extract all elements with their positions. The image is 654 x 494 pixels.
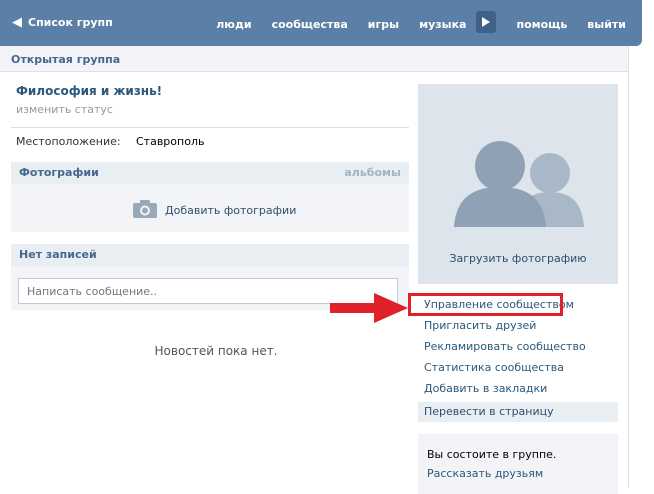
advertise-community-link[interactable]: Рекламировать сообщество	[424, 336, 586, 357]
page-subheader: Открытая группа	[0, 46, 628, 72]
back-to-groups-link[interactable]: ◀ Список групп	[12, 16, 113, 29]
top-navigation-bar: ◀ Список групп люди сообщества игры музы…	[0, 0, 642, 46]
upload-photo-link[interactable]: Загрузить фотографию	[418, 252, 618, 265]
highlight-box	[408, 293, 563, 316]
nav-logout[interactable]: выйти	[587, 18, 626, 31]
back-arrow-icon: ◀	[12, 15, 22, 30]
photos-block: Добавить фотографии	[11, 184, 409, 232]
nav-communities[interactable]: сообщества	[272, 18, 348, 31]
location-value[interactable]: Ставрополь	[136, 135, 204, 148]
divider	[11, 127, 409, 128]
invite-friends-link[interactable]: Пригласить друзей	[424, 315, 586, 336]
group-placeholder-icon	[454, 141, 584, 227]
group-name: Философия и жизнь!	[16, 84, 163, 98]
posts-title: Нет записей	[19, 248, 97, 261]
nav-help[interactable]: помощь	[516, 18, 567, 31]
camera-icon	[133, 200, 157, 221]
add-photos-button[interactable]: Добавить фотографии	[133, 200, 296, 221]
back-label: Список групп	[28, 16, 113, 29]
main-nav: люди сообщества игры музыка помощь выйти	[196, 11, 642, 33]
community-stats-link[interactable]: Статистика сообщества	[424, 357, 586, 378]
posts-header: Нет записей	[11, 244, 409, 266]
location-label: Местоположение:	[16, 135, 121, 148]
albums-link[interactable]: альбомы	[344, 166, 401, 179]
photos-header: Фотографии альбомы	[11, 162, 409, 184]
nav-games[interactable]: игры	[368, 18, 399, 31]
member-status-text: Вы состоите в группе.	[427, 448, 557, 461]
convert-to-page-button[interactable]: Перевести в страницу	[418, 402, 618, 422]
nav-music[interactable]: музыка	[419, 18, 466, 31]
red-arrow-icon	[330, 293, 408, 323]
membership-block: Вы состоите в группе. Рассказать друзьям	[418, 434, 618, 494]
tell-friends-link[interactable]: Рассказать друзьям	[427, 467, 543, 480]
photos-title[interactable]: Фотографии	[19, 166, 99, 179]
change-status-link[interactable]: изменить статус	[16, 103, 113, 116]
page-content: Открытая группа Философия и жизнь! измен…	[0, 46, 629, 494]
group-avatar[interactable]: Загрузить фотографию	[418, 84, 618, 284]
add-photos-label: Добавить фотографии	[165, 204, 297, 217]
add-bookmark-link[interactable]: Добавить в закладки	[424, 378, 586, 399]
no-news-text: Новостей пока нет.	[154, 344, 278, 358]
play-icon[interactable]	[476, 11, 497, 33]
nav-people[interactable]: люди	[216, 18, 251, 31]
